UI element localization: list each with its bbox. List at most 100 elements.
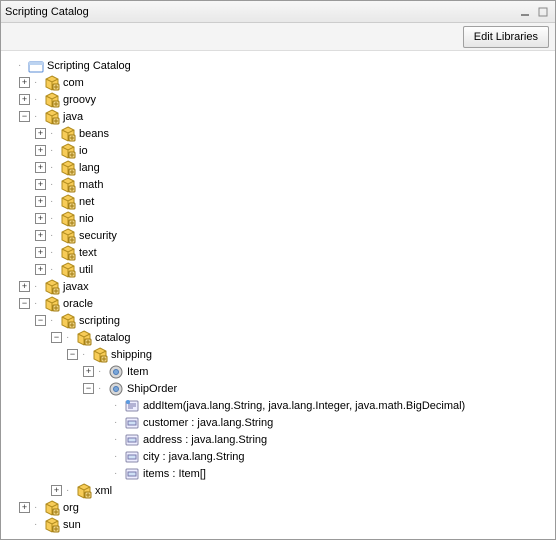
tree-row[interactable]: ·items : Item[] (99, 465, 551, 482)
tree-node-label: security (79, 230, 117, 242)
expand-icon[interactable]: + (35, 196, 46, 207)
tree-row[interactable]: +·text (35, 244, 551, 261)
tree-node-label: customer : java.lang.String (143, 417, 273, 429)
tree-connector: · (50, 196, 60, 207)
collapse-icon[interactable]: − (35, 315, 46, 326)
tree-node-label: items : Item[] (143, 468, 206, 480)
package-icon (76, 330, 92, 346)
tree-leaf-marker (99, 417, 110, 428)
expand-icon[interactable]: + (35, 213, 46, 224)
tree-children: −·catalog−·shipping+·Item−·ShipOrder·add… (51, 329, 551, 499)
tree-row[interactable]: −·java (19, 108, 551, 125)
tree-node: +·beans (35, 125, 551, 142)
expand-icon[interactable]: + (35, 145, 46, 156)
expand-icon[interactable]: + (19, 502, 30, 513)
tree-row[interactable]: +·nio (35, 210, 551, 227)
tree-node: +·nio (35, 210, 551, 227)
tree-connector: · (114, 434, 124, 445)
tree-row[interactable]: ·Scripting Catalog (3, 57, 551, 74)
expand-icon[interactable]: + (51, 485, 62, 496)
tree-row[interactable]: +·org (19, 499, 551, 516)
tree-row[interactable]: ·customer : java.lang.String (99, 414, 551, 431)
tree-row[interactable]: −·oracle (19, 295, 551, 312)
tree-node-label: lang (79, 162, 100, 174)
package-icon (60, 228, 76, 244)
tree-connector: · (50, 264, 60, 275)
tree-row[interactable]: +·io (35, 142, 551, 159)
tree-node-label: org (63, 502, 79, 514)
package-icon (44, 75, 60, 91)
tree-row[interactable]: +·com (19, 74, 551, 91)
tree-node: + · net (35, 193, 551, 210)
tree-row[interactable]: +·groovy (19, 91, 551, 108)
tree-node: · address : java.lang.String (99, 431, 551, 448)
tree-leaf-marker (99, 451, 110, 462)
tree-node-label: address : java.lang.String (143, 434, 267, 446)
expand-icon[interactable]: + (35, 128, 46, 139)
tree-node-label: net (79, 196, 94, 208)
tree-connector: · (34, 111, 44, 122)
window-titlebar: Scripting Catalog (1, 1, 555, 23)
expand-icon[interactable]: + (19, 94, 30, 105)
tree-node-label: shipping (111, 349, 152, 361)
tree-row[interactable]: · address : java.lang.String (99, 431, 551, 448)
tree-row[interactable]: +·Item (83, 363, 551, 380)
tree-row[interactable]: +·util (35, 261, 551, 278)
tree-row[interactable]: −·catalog (51, 329, 551, 346)
tree-node-label: Scripting Catalog (47, 60, 131, 72)
tree-node: +·text (35, 244, 551, 261)
class-icon (108, 381, 124, 397)
tree-row[interactable]: +·lang (35, 159, 551, 176)
package-icon (44, 109, 60, 125)
package-icon (60, 211, 76, 227)
tree-row[interactable]: ·sun (19, 516, 551, 533)
tree-row[interactable]: + · net (35, 193, 551, 210)
tree-leaf-marker (3, 60, 14, 71)
tree-node-label: beans (79, 128, 109, 140)
minimize-icon[interactable] (517, 5, 533, 19)
expand-icon[interactable]: + (35, 162, 46, 173)
tree-node: −·java+·beans+·io+·lang+·math+·net+·nio+… (19, 108, 551, 278)
tree-children: −·shipping+·Item−·ShipOrder·addItem(java… (67, 346, 551, 482)
tree-connector: · (50, 247, 60, 258)
tree-node: +·Item (83, 363, 551, 380)
tree-row[interactable]: +·math (35, 176, 551, 193)
tree-row[interactable]: +·xml (51, 482, 551, 499)
tree-row[interactable]: ·city : java.lang.String (99, 448, 551, 465)
tree-node: −·scripting−·catalog−·shipping+·Item−·Sh… (35, 312, 551, 499)
tree-node: +·security (35, 227, 551, 244)
collapse-icon[interactable]: − (83, 383, 94, 394)
expand-icon[interactable]: + (35, 247, 46, 258)
tree-row[interactable]: +·security (35, 227, 551, 244)
tree-node: +·lang (35, 159, 551, 176)
collapse-icon[interactable]: − (19, 298, 30, 309)
tree-row[interactable]: +·javax (19, 278, 551, 295)
expand-icon[interactable]: + (35, 264, 46, 275)
tree-row[interactable]: −·ShipOrder (83, 380, 551, 397)
tree-node-label: xml (95, 485, 112, 497)
tree-leaf-marker (99, 400, 110, 411)
expand-icon[interactable]: + (35, 230, 46, 241)
expand-icon[interactable]: + (19, 281, 30, 292)
collapse-icon[interactable]: − (51, 332, 62, 343)
expand-icon[interactable]: + (83, 366, 94, 377)
collapse-icon[interactable]: − (19, 111, 30, 122)
tree-row[interactable]: +·beans (35, 125, 551, 142)
tree-children: +·Item−·ShipOrder·addItem(java.lang.Stri… (83, 363, 551, 482)
tree-leaf-marker (99, 434, 110, 445)
edit-libraries-button[interactable]: Edit Libraries (463, 26, 549, 48)
maximize-icon[interactable] (535, 5, 551, 19)
tree-children: +·beans+·io+·lang+·math+·net+·nio+·secur… (35, 125, 551, 278)
tree-row[interactable]: ·addItem(java.lang.String, java.lang.Int… (99, 397, 551, 414)
expand-icon[interactable]: + (19, 77, 30, 88)
tree-row[interactable]: −·scripting (35, 312, 551, 329)
package-icon (60, 126, 76, 142)
tree-connector: · (50, 145, 60, 156)
package-icon (60, 143, 76, 159)
field-icon (124, 415, 140, 431)
field-icon (124, 449, 140, 465)
expand-icon[interactable]: + (35, 179, 46, 190)
collapse-icon[interactable]: − (67, 349, 78, 360)
tree-node: ·customer : java.lang.String (99, 414, 551, 431)
tree-row[interactable]: −·shipping (67, 346, 551, 363)
